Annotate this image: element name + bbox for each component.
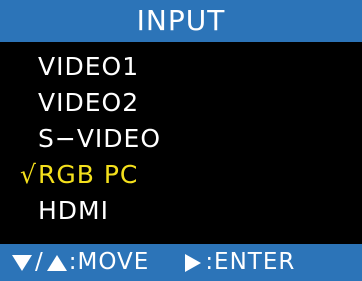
osd-header-bar: INPUT: [0, 0, 362, 42]
input-option-video1[interactable]: VIDEO1: [0, 48, 362, 84]
input-option-video2[interactable]: VIDEO2: [0, 84, 362, 120]
input-source-list: VIDEO1 VIDEO2 S−VIDEO √ RGB PC HDMI: [0, 48, 362, 228]
input-option-label: S−VIDEO: [38, 123, 162, 153]
osd-footer-bar: / :MOVE :ENTER: [0, 244, 362, 281]
input-option-rgb-pc[interactable]: √ RGB PC: [0, 156, 362, 192]
enter-hint-label: :ENTER: [205, 249, 296, 275]
menu-title: INPUT: [136, 4, 226, 37]
move-hint: / :MOVE: [12, 251, 149, 274]
move-hint-separator: /: [35, 249, 44, 275]
triangle-right-icon: [185, 253, 202, 272]
triangle-down-icon: [12, 254, 32, 271]
triangle-up-icon: [46, 254, 67, 271]
input-option-label: VIDEO2: [38, 87, 140, 117]
input-osd-menu: INPUT VIDEO1 VIDEO2 S−VIDEO √ RGB PC HDM…: [0, 0, 362, 281]
input-option-s-video[interactable]: S−VIDEO: [0, 120, 362, 156]
selected-check-mark: √: [20, 159, 37, 189]
input-option-label: VIDEO1: [38, 51, 140, 81]
enter-hint: :ENTER: [185, 251, 295, 274]
input-option-label: HDMI: [38, 195, 109, 225]
move-hint-label: :MOVE: [68, 249, 150, 275]
input-option-label: RGB PC: [38, 159, 139, 189]
input-option-hdmi[interactable]: HDMI: [0, 192, 362, 228]
